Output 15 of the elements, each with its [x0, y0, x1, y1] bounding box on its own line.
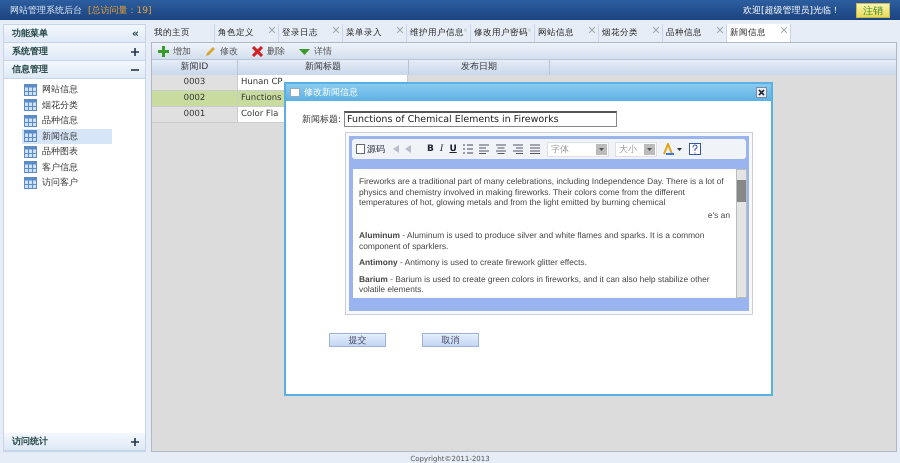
field-label: 新闻标题:: [302, 114, 342, 126]
paragraph: Aluminum - Aluminum is used to produce silver and white flames and sparks. It is a common component of sparklers.: [359, 230, 706, 251]
welcome-text: 欢迎[超级管理员]光临！: [742, 4, 840, 16]
sidebar-title: 功能菜单: [12, 27, 48, 40]
paragraph: Antimony - Antimony is used to create firework glitter effects.: [359, 257, 588, 268]
site-title: 网站管理系统后台: [10, 4, 82, 16]
paragraph-fragment: e's an: [706, 210, 730, 220]
section-title: 系统管理: [12, 45, 48, 58]
paragraph: Barium - Barium is used to create green colors in fireworks, and it can also help stabilize other volatile elements.: [359, 274, 711, 294]
section-title: 信息管理: [12, 64, 48, 76]
table-cell: 0001: [152, 107, 238, 123]
table-cell: 0002: [152, 91, 238, 107]
table-cell: 0003: [152, 75, 238, 91]
section-title: 访问统计: [12, 435, 48, 448]
visit-count: [总访问量：19]: [88, 4, 152, 16]
